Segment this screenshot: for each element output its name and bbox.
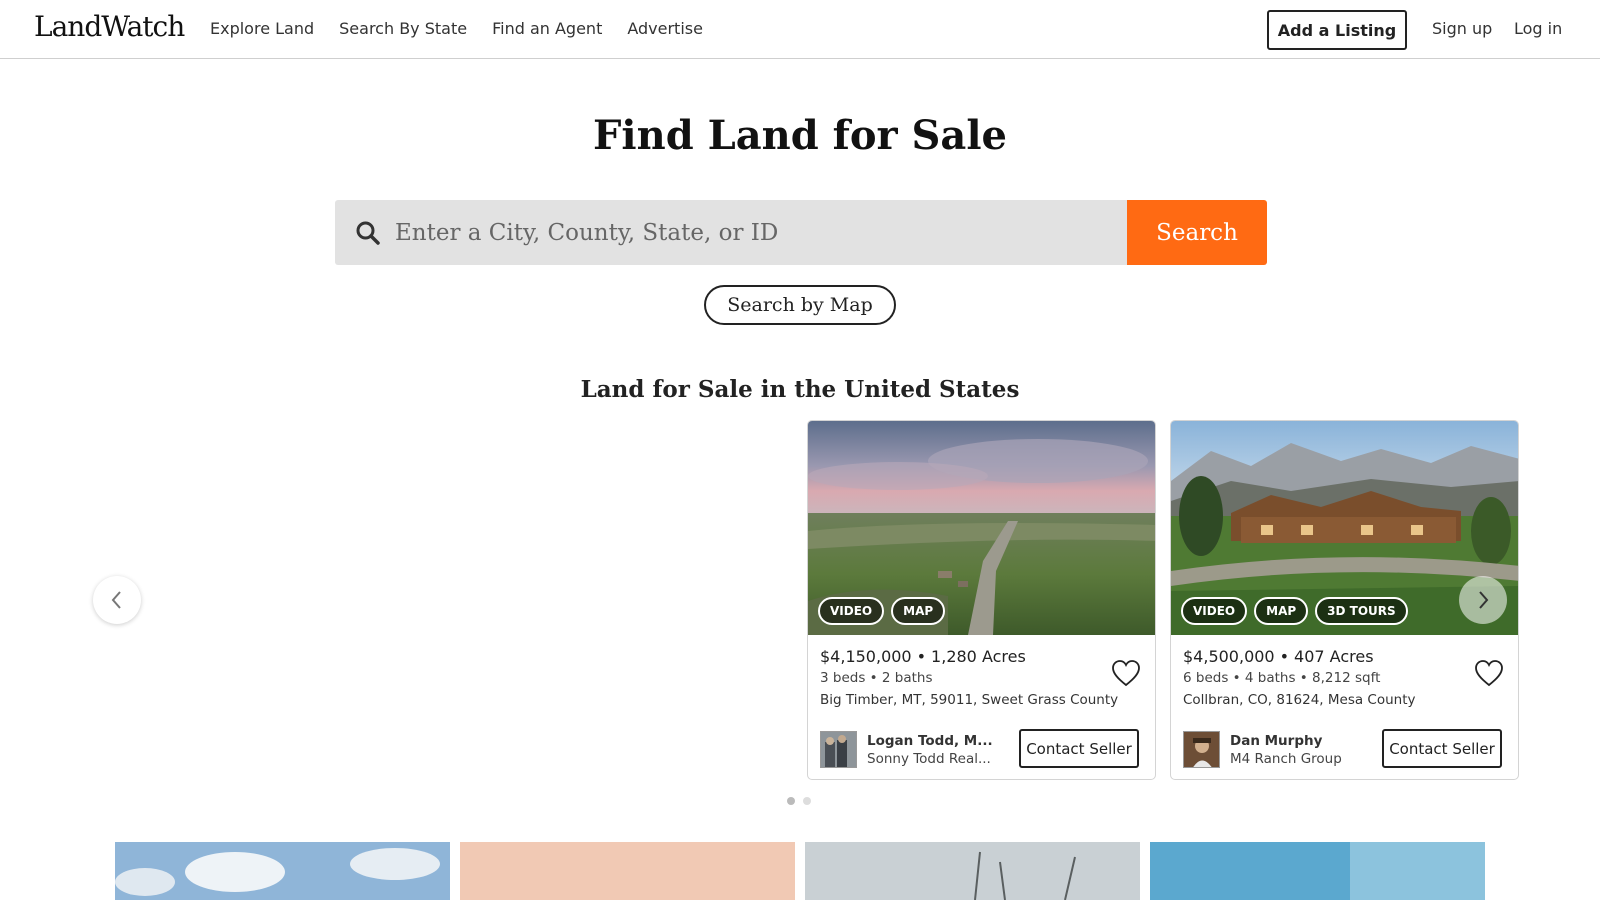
log-in-link[interactable]: Log in [1514, 19, 1562, 38]
logo[interactable]: LandWatch [34, 10, 185, 43]
carousel-dot[interactable] [787, 797, 795, 805]
heart-icon[interactable] [1111, 659, 1141, 687]
avatar [820, 731, 857, 768]
search-button[interactable]: Search [1127, 200, 1267, 265]
carousel-dot[interactable] [803, 797, 811, 805]
carousel-dots [787, 797, 811, 805]
contact-seller-button[interactable]: Contact Seller [1019, 729, 1139, 768]
listing-details: 6 beds • 4 baths • 8,212 sqft [1183, 670, 1381, 686]
map-tag[interactable]: MAP [891, 597, 946, 625]
3d-tours-tag[interactable]: 3D TOURS [1315, 597, 1408, 625]
price-acres: $4,150,000 • 1,280 Acres [820, 647, 1026, 666]
sign-up-link[interactable]: Sign up [1432, 19, 1492, 38]
main-nav: Explore Land Search By State Find an Age… [210, 19, 703, 38]
listing-price: $4,500,000 [1183, 647, 1275, 666]
listing-price: $4,150,000 [820, 647, 912, 666]
nav-explore-land[interactable]: Explore Land [210, 19, 314, 38]
category-tile[interactable] [1150, 842, 1485, 900]
search-field [335, 200, 1127, 265]
site-header: LandWatch Explore Land Search By State F… [0, 0, 1600, 59]
listing-photo[interactable]: VIDEO MAP [808, 421, 1155, 635]
search-bar: Search [335, 200, 1267, 265]
listing-acres: 407 Acres [1294, 647, 1374, 666]
listing-info: $4,150,000 • 1,280 Acres 3 beds • 2 baths … [808, 635, 1155, 768]
video-tag[interactable]: VIDEO [1181, 597, 1248, 625]
page-title: Find Land for Sale [593, 112, 1007, 159]
agent-company: M4 Ranch Group [1230, 750, 1342, 767]
map-tag[interactable]: MAP [1254, 597, 1309, 625]
agent-name[interactable]: Logan Todd, M... [867, 733, 993, 749]
listing-acres: 1,280 Acres [931, 647, 1026, 666]
media-tags: VIDEO MAP 3D TOURS [1181, 597, 1408, 625]
chevron-left-icon [111, 591, 121, 609]
category-tile[interactable] [460, 842, 795, 900]
listing-details: 3 beds • 2 baths [820, 670, 933, 686]
agent-company: Sonny Todd Real... [867, 750, 991, 767]
listing-address: Collbran, CO, 81624, Mesa County [1183, 692, 1416, 708]
agent-info: Dan Murphy M4 Ranch Group [1183, 731, 1342, 768]
agent-name[interactable]: Dan Murphy [1230, 733, 1342, 749]
agent-info: Logan Todd, M... Sonny Todd Real... [820, 731, 993, 768]
add-listing-button[interactable]: Add a Listing [1267, 10, 1407, 50]
category-tile[interactable] [805, 842, 1140, 900]
nav-find-agent[interactable]: Find an Agent [492, 19, 602, 38]
listing-info: $4,500,000 • 407 Acres 6 beds • 4 baths • … [1171, 635, 1518, 768]
search-by-map-button[interactable]: Search by Map [704, 285, 896, 325]
carousel-next-button[interactable] [1459, 576, 1507, 624]
category-tile[interactable] [115, 842, 450, 900]
heart-icon[interactable] [1474, 659, 1504, 687]
chevron-right-icon [1479, 591, 1489, 609]
search-input[interactable] [395, 200, 1127, 265]
contact-seller-button[interactable]: Contact Seller [1382, 729, 1502, 768]
video-tag[interactable]: VIDEO [818, 597, 885, 625]
search-icon [356, 221, 380, 245]
price-acres: $4,500,000 • 407 Acres [1183, 647, 1374, 666]
listing-card[interactable]: VIDEO MAP $4,150,000 • 1,280 Acres 3 beds … [807, 420, 1156, 780]
avatar [1183, 731, 1220, 768]
listing-address: Big Timber, MT, 59011, Sweet Grass Count… [820, 692, 1119, 708]
carousel-prev-button[interactable] [93, 576, 141, 624]
section-title: Land for Sale in the United States [580, 376, 1020, 403]
nav-advertise[interactable]: Advertise [627, 19, 703, 38]
nav-search-by-state[interactable]: Search By State [339, 19, 467, 38]
media-tags: VIDEO MAP [818, 597, 946, 625]
